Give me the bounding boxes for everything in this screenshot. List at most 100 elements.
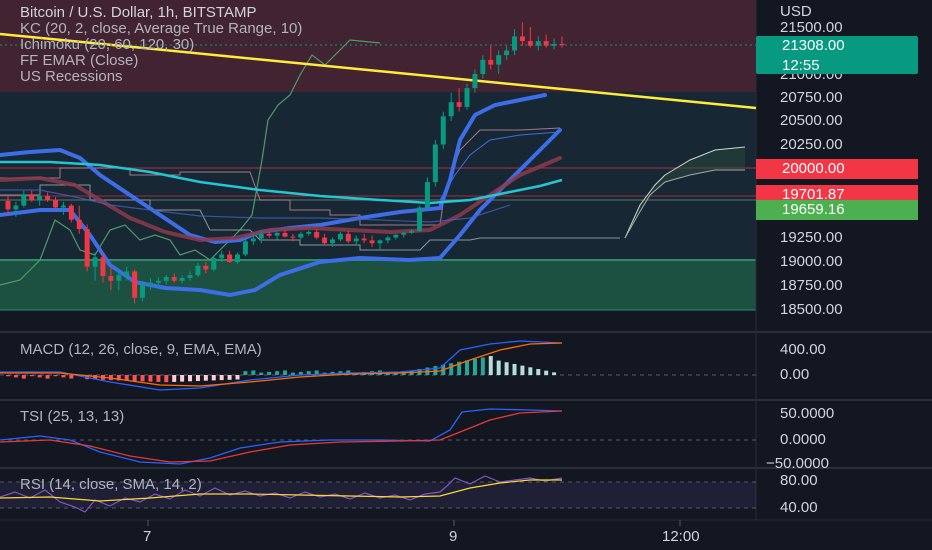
indicator-us-recessions[interactable]: US Recessions bbox=[20, 69, 302, 85]
candle-body[interactable] bbox=[45, 196, 51, 200]
candle-body[interactable] bbox=[274, 232, 280, 236]
indicator-ichimoku[interactable]: Ichimoku (20, 60, 120, 30) bbox=[20, 37, 302, 53]
macd-histogram-bar bbox=[45, 375, 50, 379]
candle-body[interactable] bbox=[195, 265, 201, 276]
candle-body[interactable] bbox=[322, 237, 328, 244]
candle-body[interactable] bbox=[377, 240, 383, 244]
candle-body[interactable] bbox=[108, 276, 114, 281]
candle-body[interactable] bbox=[306, 231, 312, 234]
candle-body[interactable] bbox=[448, 102, 454, 117]
candle-body[interactable] bbox=[417, 207, 423, 231]
candle-body[interactable] bbox=[504, 50, 510, 56]
price-tick-label: 21500.00 bbox=[780, 19, 843, 36]
candle-body[interactable] bbox=[329, 239, 335, 244]
candle-body[interactable] bbox=[369, 240, 375, 244]
price-tick-label: 19000.00 bbox=[780, 253, 843, 270]
candle-body[interactable] bbox=[298, 233, 304, 238]
candle-body[interactable] bbox=[211, 258, 217, 270]
candle-body[interactable] bbox=[385, 237, 391, 241]
macd-histogram-bar bbox=[69, 375, 74, 379]
candle-body[interactable] bbox=[76, 219, 82, 230]
last-price-tag[interactable]: 21308.00 12:55 bbox=[756, 36, 918, 74]
candle-body[interactable] bbox=[258, 233, 264, 239]
candle-body[interactable] bbox=[337, 233, 343, 240]
candle-body[interactable] bbox=[282, 232, 288, 237]
macd-histogram-bar bbox=[552, 372, 557, 375]
candle-body[interactable] bbox=[155, 280, 161, 283]
currency-label[interactable]: USD bbox=[780, 3, 812, 20]
candle-body[interactable] bbox=[472, 74, 478, 89]
candle-body[interactable] bbox=[519, 36, 525, 42]
price-tag-19659[interactable]: 19659.16 bbox=[756, 200, 918, 220]
tsi-legend[interactable]: TSI (25, 13, 13) bbox=[20, 409, 124, 425]
macd-tick: 0.00 bbox=[780, 366, 810, 383]
candle-body[interactable] bbox=[227, 254, 233, 262]
candle-body[interactable] bbox=[68, 205, 74, 220]
candle-body[interactable] bbox=[440, 116, 446, 145]
rsi-tick: 40.00 bbox=[780, 499, 818, 516]
macd-histogram-bar bbox=[132, 375, 137, 381]
macd-histogram-bar bbox=[472, 358, 477, 375]
candle-body[interactable] bbox=[353, 238, 359, 242]
candle-body[interactable] bbox=[496, 55, 502, 65]
candle-body[interactable] bbox=[29, 194, 35, 200]
macd-histogram-bar bbox=[61, 375, 66, 378]
macd-tick: 400.00 bbox=[780, 341, 826, 358]
candle-body[interactable] bbox=[203, 265, 209, 270]
countdown: 12:55 bbox=[782, 57, 820, 74]
candle-body[interactable] bbox=[37, 196, 43, 200]
candle-body[interactable] bbox=[84, 229, 90, 267]
symbol-title[interactable]: Bitcoin / U.S. Dollar, 1h, BITSTAMP bbox=[20, 5, 302, 21]
candle-body[interactable] bbox=[235, 254, 241, 262]
rsi-legend[interactable]: RSI (14, close, SMA, 14, 2) bbox=[20, 477, 202, 493]
candle-body[interactable] bbox=[219, 254, 225, 259]
macd-histogram-bar bbox=[290, 372, 295, 375]
candle-body[interactable] bbox=[266, 233, 272, 236]
macd-histogram-bar bbox=[180, 375, 185, 382]
price-tick-label: 20500.00 bbox=[780, 112, 843, 129]
candle-body[interactable] bbox=[60, 205, 66, 208]
candle-body[interactable] bbox=[512, 36, 518, 51]
candle-body[interactable] bbox=[179, 277, 185, 281]
candle-body[interactable] bbox=[345, 233, 351, 242]
candle-body[interactable] bbox=[132, 271, 138, 298]
candle-body[interactable] bbox=[250, 238, 256, 242]
candle-body[interactable] bbox=[100, 257, 106, 277]
price-tag-20000[interactable]: 20000.00 bbox=[756, 159, 918, 179]
candle-body[interactable] bbox=[290, 236, 296, 238]
macd-histogram-bar bbox=[520, 365, 525, 375]
candle-body[interactable] bbox=[124, 271, 130, 276]
macd-histogram-bar bbox=[37, 375, 42, 378]
candle-body[interactable] bbox=[480, 59, 486, 74]
candle-body[interactable] bbox=[456, 102, 462, 107]
candle-body[interactable] bbox=[242, 241, 248, 255]
candle-body[interactable] bbox=[21, 194, 27, 206]
candle-body[interactable] bbox=[409, 230, 415, 233]
candle-body[interactable] bbox=[424, 182, 430, 208]
candle-body[interactable] bbox=[140, 284, 146, 298]
macd-legend[interactable]: MACD (12, 26, close, 9, EMA, EMA) bbox=[20, 342, 262, 358]
candle-body[interactable] bbox=[163, 277, 169, 281]
candle-body[interactable] bbox=[52, 199, 58, 208]
candle-body[interactable] bbox=[393, 234, 399, 238]
candle-body[interactable] bbox=[488, 59, 494, 65]
candle-body[interactable] bbox=[92, 257, 98, 267]
indicator-kc[interactable]: KC (20, 2, close, Average True Range, 10… bbox=[20, 21, 302, 37]
indicator-ff-emar[interactable]: FF EMAR (Close) bbox=[20, 53, 302, 69]
price-tick-label: 19250.00 bbox=[780, 229, 843, 246]
candle-body[interactable] bbox=[147, 282, 153, 285]
candle-body[interactable] bbox=[5, 200, 11, 210]
candle-body[interactable] bbox=[464, 88, 470, 107]
macd-histogram-bar bbox=[480, 357, 485, 375]
candle-body[interactable] bbox=[314, 231, 320, 238]
macd-histogram-bar bbox=[188, 375, 193, 382]
candle-body[interactable] bbox=[401, 232, 407, 235]
candle-body[interactable] bbox=[432, 144, 438, 183]
zone-mid bbox=[0, 92, 756, 260]
candle-body[interactable] bbox=[13, 205, 19, 210]
legend[interactable]: Bitcoin / U.S. Dollar, 1h, BITSTAMP KC (… bbox=[20, 5, 302, 85]
candle-body[interactable] bbox=[116, 275, 122, 281]
candle-body[interactable] bbox=[361, 238, 367, 241]
candle-body[interactable] bbox=[187, 275, 193, 278]
candle-body[interactable] bbox=[171, 277, 177, 281]
